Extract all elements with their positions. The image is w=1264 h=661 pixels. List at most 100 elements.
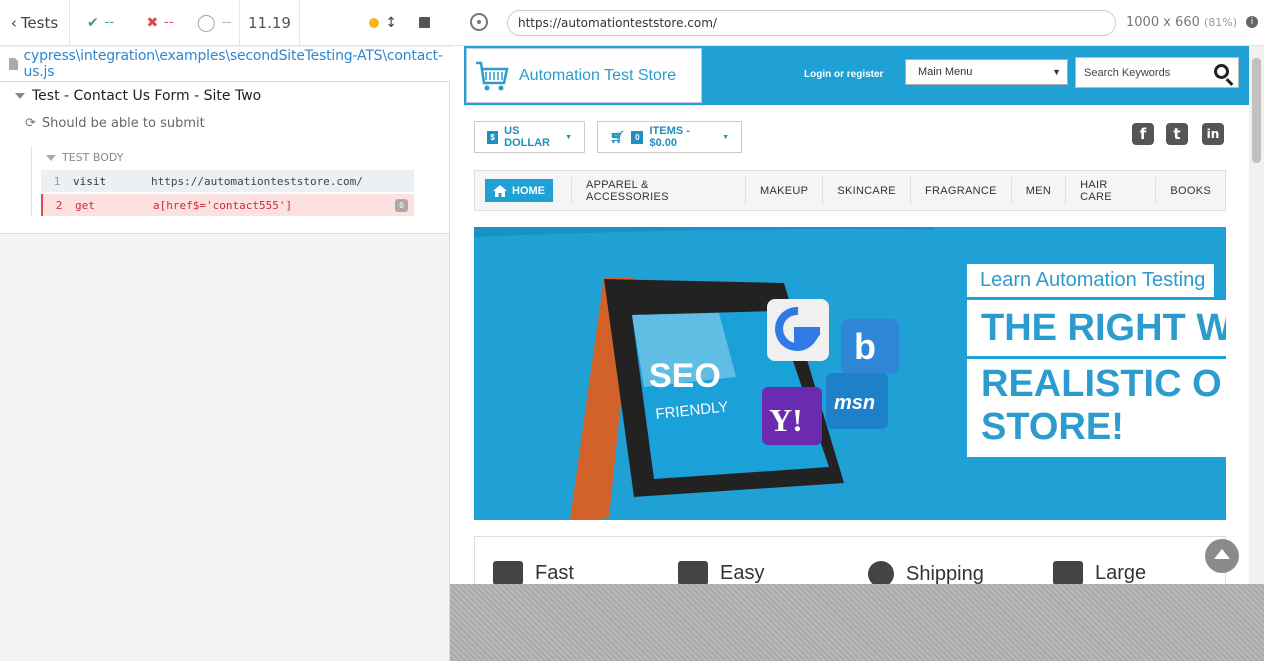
- suite-title: Test - Contact Us Form - Site Two: [32, 88, 262, 104]
- caret-down-icon: ▼: [565, 133, 572, 141]
- status-dot-icon: [369, 17, 380, 28]
- failed-count: ✖ --: [131, 0, 189, 45]
- browser-panel: https://automationteststore.com/ 1000 x …: [450, 0, 1264, 661]
- circle-icon: ◯: [196, 12, 216, 33]
- laptop-illustration: SEO FRIENDLY b Y! msn: [474, 227, 934, 520]
- search-icon[interactable]: [1214, 64, 1229, 79]
- selector-playground-icon[interactable]: [470, 13, 488, 31]
- chevron-left-icon: ‹: [10, 13, 17, 32]
- feature-fast: Fast: [493, 561, 574, 584]
- search-input[interactable]: Search Keywords: [1075, 57, 1239, 88]
- feature-label: Fast: [535, 561, 574, 584]
- command-number: 1: [53, 174, 61, 188]
- cross-icon: ✖: [146, 14, 159, 31]
- yahoo-text: Y!: [769, 402, 803, 438]
- nav-item-apparel[interactable]: APPAREL & ACCESSORIES: [571, 177, 745, 204]
- cart-logo-icon: [476, 61, 509, 90]
- site-logo[interactable]: Automation Test Store: [466, 48, 702, 103]
- bing-text: b: [854, 326, 876, 367]
- currency-dropdown[interactable]: $ US DOLLAR ▼: [474, 121, 585, 153]
- search-placeholder: Search Keywords: [1084, 66, 1171, 79]
- scroll-to-top-button[interactable]: [1205, 539, 1239, 573]
- passed-value: --: [104, 15, 115, 30]
- chevron-down-icon: ▼: [1052, 67, 1061, 77]
- url-display[interactable]: https://automationteststore.com/: [507, 10, 1116, 36]
- suite-row[interactable]: Test - Contact Us Form - Site Two: [15, 88, 261, 104]
- caret-down-icon: ▼: [722, 133, 729, 141]
- command-row[interactable]: 1 visit https://automationteststore.com/: [41, 170, 414, 192]
- hero-caption-realistic: REALISTIC O STORE!: [967, 359, 1226, 457]
- hero-banner[interactable]: SEO FRIENDLY b Y! msn Learn Automation T…: [474, 227, 1226, 520]
- cart-label: ITEMS - $0.00: [649, 125, 690, 149]
- cart-dropdown[interactable]: 🛒︎ 0 ITEMS - $0.00 ▼: [597, 121, 742, 153]
- feature-large: Large: [1053, 561, 1146, 584]
- truck-icon: [493, 561, 523, 584]
- spec-file-bar: cypress\integration\examples\secondSiteT…: [0, 47, 450, 81]
- spec-path-link[interactable]: cypress\integration\examples\secondSiteT…: [24, 48, 450, 80]
- duration: 11.19: [240, 0, 300, 45]
- app-under-test-frame: Automation Test Store Login or register …: [450, 46, 1264, 584]
- command-log: Test - Contact Us Form - Site Two ⟳ Shou…: [0, 82, 449, 234]
- msn-text: msn: [834, 392, 875, 414]
- clock-icon: [868, 561, 894, 584]
- test-body-label: TEST BODY: [62, 151, 124, 164]
- main-menu-value: Main Menu: [918, 66, 973, 78]
- currency-label: US DOLLAR: [504, 125, 550, 149]
- facebook-icon[interactable]: f: [1132, 123, 1154, 145]
- test-body-header[interactable]: TEST BODY: [46, 151, 123, 164]
- feature-easy: Easy: [678, 561, 764, 584]
- stop-icon[interactable]: [419, 17, 430, 28]
- tests-button-label: Tests: [20, 13, 59, 32]
- command-name: visit: [73, 174, 107, 188]
- dollar-icon: $: [487, 130, 499, 144]
- feature-label: Large: [1095, 561, 1147, 584]
- nav-item-skincare[interactable]: SKINCARE: [822, 177, 910, 204]
- pending-value: --: [221, 15, 232, 30]
- feature-label: Shipping: [906, 562, 984, 585]
- tests-button[interactable]: ‹ Tests: [0, 0, 70, 45]
- viewport-filler: [450, 584, 1264, 661]
- money-icon: [678, 561, 708, 584]
- viewport-size: 1000 x 660: [1126, 15, 1200, 30]
- nav-home[interactable]: HOME: [485, 179, 553, 202]
- test-row[interactable]: ⟳ Should be able to submit: [25, 116, 205, 131]
- command-number: 2: [55, 198, 63, 212]
- nav-home-label: HOME: [512, 184, 545, 197]
- test-title: Should be able to submit: [41, 116, 205, 131]
- nav-item-makeup[interactable]: MAKEUP: [745, 177, 822, 204]
- login-link[interactable]: Login or register: [804, 69, 883, 80]
- runner-panel: ‹ Tests ✔ -- ✖ -- ◯ -- 11.19 ↕ cypress\i…: [0, 0, 450, 661]
- aut-header: https://automationteststore.com/ 1000 x …: [450, 0, 1264, 46]
- command-name: get: [75, 198, 95, 212]
- command-message: a[href$='contact555']: [153, 198, 293, 212]
- caret-down-icon: [15, 93, 25, 99]
- nav-item-books[interactable]: BOOKS: [1155, 177, 1225, 204]
- nav-item-men[interactable]: MEN: [1010, 177, 1065, 204]
- runner-controls: ↕: [300, 0, 450, 45]
- seo-text: SEO: [649, 357, 721, 395]
- viewport-scale: (81%): [1204, 16, 1238, 29]
- command-message: https://automationteststore.com/: [151, 174, 363, 188]
- site-header: Automation Test Store Login or register …: [464, 46, 1250, 105]
- scrollbar-thumb[interactable]: [1252, 58, 1261, 163]
- element-count-badge: 0: [395, 198, 408, 212]
- pending-count: ◯ --: [189, 0, 240, 45]
- feature-shipping: Shipping: [868, 561, 984, 584]
- main-menu-select[interactable]: Main Menu ▼: [905, 59, 1068, 85]
- nav-item-hair-care[interactable]: HAIR CARE: [1065, 177, 1155, 204]
- passed-count: ✔ --: [70, 0, 131, 45]
- feature-label: Easy: [720, 561, 765, 584]
- page-scrollbar[interactable]: [1249, 46, 1264, 584]
- linkedin-icon[interactable]: in: [1202, 123, 1224, 145]
- refresh-icon: ⟳: [25, 116, 36, 131]
- twitter-icon[interactable]: t: [1166, 123, 1188, 145]
- failed-value: --: [164, 15, 174, 30]
- command-row-failed[interactable]: 2 get a[href$='contact555'] 0: [41, 194, 414, 216]
- cart-count: 0: [631, 130, 644, 144]
- nav-item-fragrance[interactable]: FRAGRANCE: [909, 177, 1011, 204]
- auto-scroll-toggle[interactable]: ↕: [369, 15, 397, 31]
- info-icon[interactable]: i: [1246, 16, 1258, 28]
- home-icon: [493, 184, 507, 197]
- category-nav: HOME APPAREL & ACCESSORIES MAKEUP SKINCA…: [474, 170, 1226, 211]
- indent-guide: [31, 146, 32, 216]
